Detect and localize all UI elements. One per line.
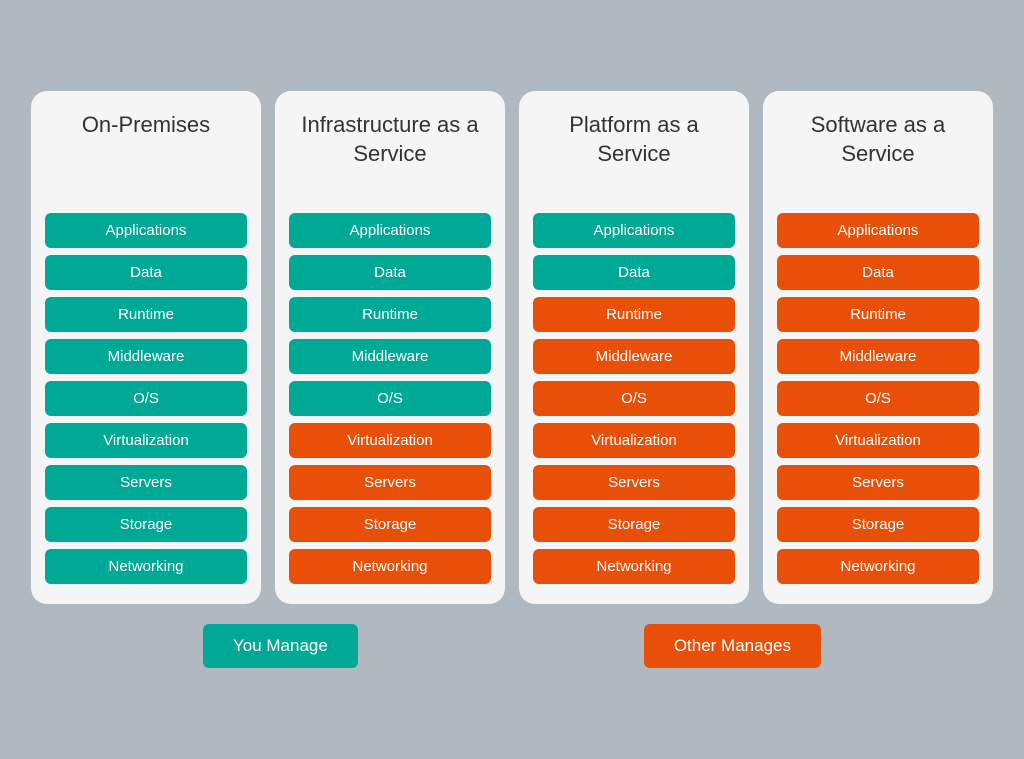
item-iaas-2: Runtime xyxy=(289,297,491,332)
item-on-premises-3: Middleware xyxy=(45,339,247,374)
you-manage-badge: You Manage xyxy=(203,624,358,668)
item-on-premises-0: Applications xyxy=(45,213,247,248)
column-paas: Platform as a Service Applications Data Run… xyxy=(519,91,749,604)
item-iaas-0: Applications xyxy=(289,213,491,248)
item-paas-3: Middleware xyxy=(533,339,735,374)
item-paas-8: Networking xyxy=(533,549,735,584)
item-paas-1: Data xyxy=(533,255,735,290)
item-paas-6: Servers xyxy=(533,465,735,500)
item-saas-4: O/S xyxy=(777,381,979,416)
item-on-premises-5: Virtualization xyxy=(45,423,247,458)
item-iaas-6: Servers xyxy=(289,465,491,500)
main-container: On-Premises Applications Data Runtime Middle… xyxy=(20,91,1004,668)
item-on-premises-6: Servers xyxy=(45,465,247,500)
item-on-premises-4: O/S xyxy=(45,381,247,416)
column-title-paas: Platform as a Service xyxy=(533,111,735,191)
columns-row: On-Premises Applications Data Runtime Middle… xyxy=(20,91,1004,604)
item-iaas-1: Data xyxy=(289,255,491,290)
items-list-saas: Applications Data Runtime Middleware O/S Virt… xyxy=(777,213,979,584)
item-paas-2: Runtime xyxy=(533,297,735,332)
item-paas-5: Virtualization xyxy=(533,423,735,458)
item-paas-0: Applications xyxy=(533,213,735,248)
other-manages-badge: Other Manages xyxy=(644,624,821,668)
column-title-on-premises: On-Premises xyxy=(82,111,210,191)
item-on-premises-8: Networking xyxy=(45,549,247,584)
column-iaas: Infrastructure as a Service Applications D… xyxy=(275,91,505,604)
items-list-iaas: Applications Data Runtime Middleware O/S Virt… xyxy=(289,213,491,584)
column-on-premises: On-Premises Applications Data Runtime Middle… xyxy=(31,91,261,604)
items-list-paas: Applications Data Runtime Middleware O/S Virt… xyxy=(533,213,735,584)
item-paas-4: O/S xyxy=(533,381,735,416)
column-saas: Software as a Service Applications Data Run… xyxy=(763,91,993,604)
item-iaas-5: Virtualization xyxy=(289,423,491,458)
item-saas-7: Storage xyxy=(777,507,979,542)
item-saas-6: Servers xyxy=(777,465,979,500)
item-saas-5: Virtualization xyxy=(777,423,979,458)
item-on-premises-2: Runtime xyxy=(45,297,247,332)
item-on-premises-7: Storage xyxy=(45,507,247,542)
item-saas-8: Networking xyxy=(777,549,979,584)
item-iaas-8: Networking xyxy=(289,549,491,584)
item-saas-1: Data xyxy=(777,255,979,290)
legend-row: You Manage Other Manages xyxy=(20,624,1004,668)
item-iaas-7: Storage xyxy=(289,507,491,542)
item-saas-0: Applications xyxy=(777,213,979,248)
item-iaas-3: Middleware xyxy=(289,339,491,374)
item-on-premises-1: Data xyxy=(45,255,247,290)
item-iaas-4: O/S xyxy=(289,381,491,416)
column-title-saas: Software as a Service xyxy=(777,111,979,191)
items-list-on-premises: Applications Data Runtime Middleware O/S Virt… xyxy=(45,213,247,584)
column-title-iaas: Infrastructure as a Service xyxy=(289,111,491,191)
item-saas-2: Runtime xyxy=(777,297,979,332)
item-paas-7: Storage xyxy=(533,507,735,542)
item-saas-3: Middleware xyxy=(777,339,979,374)
